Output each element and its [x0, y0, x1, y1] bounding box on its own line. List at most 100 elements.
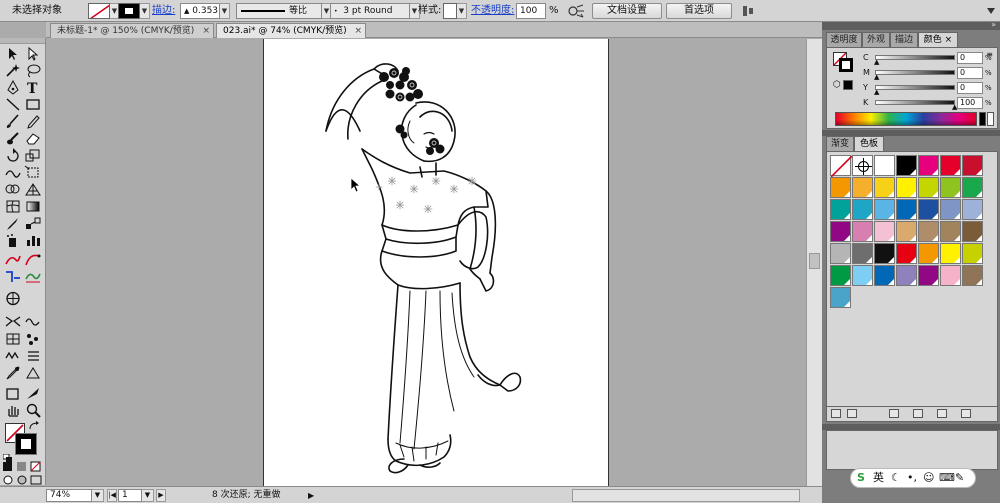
delete-swatch-icon[interactable]	[961, 409, 971, 418]
brush-definition[interactable]: • 3 pt Round	[330, 3, 410, 19]
direct-selection-tool-icon[interactable]	[24, 46, 42, 61]
swatch-libraries-icon[interactable]	[831, 409, 841, 418]
color-mode-icon[interactable]	[2, 461, 14, 472]
blend-tool-icon[interactable]	[24, 216, 42, 231]
color-swatch[interactable]	[874, 199, 895, 220]
color-swatch[interactable]	[940, 199, 961, 220]
swap-fill-stroke-icon[interactable]	[28, 421, 40, 431]
c-slider[interactable]	[875, 55, 955, 60]
color-swatch[interactable]	[896, 177, 917, 198]
out-of-gamut-icon[interactable]: ⬡	[833, 80, 841, 90]
keyboard-icon[interactable]: ⌨	[939, 471, 955, 485]
white-swatch[interactable]	[987, 112, 994, 126]
blob-brush-tool-icon[interactable]	[4, 131, 22, 146]
color-swatch[interactable]	[852, 243, 873, 264]
color-swatch[interactable]	[874, 155, 895, 176]
y-slider[interactable]	[875, 85, 955, 90]
color-swatch[interactable]	[918, 155, 939, 176]
draw-behind-icon[interactable]	[16, 474, 28, 485]
next-artboard-button[interactable]: ▶	[156, 489, 166, 502]
color-swatch[interactable]	[918, 221, 939, 242]
color-swatch[interactable]	[874, 243, 895, 264]
color-swatch[interactable]	[830, 199, 851, 220]
knife-tool-icon[interactable]	[24, 386, 42, 401]
tab-transparency[interactable]: 透明度	[826, 32, 862, 47]
close-icon[interactable]: ×	[354, 24, 362, 38]
vertical-scroll-thumb[interactable]	[809, 253, 820, 269]
black-swatch[interactable]	[979, 112, 986, 126]
color-swatch[interactable]	[962, 221, 983, 242]
collapse-icon[interactable]: »	[991, 20, 996, 29]
align-icon[interactable]	[742, 3, 754, 19]
selection-tool-icon[interactable]	[4, 46, 22, 61]
slider-knob-icon[interactable]: ▲	[874, 74, 879, 81]
horizontal-scrollbar[interactable]	[572, 489, 800, 502]
color-swatch[interactable]	[918, 177, 939, 198]
new-color-group-icon[interactable]	[913, 409, 923, 418]
live-paint-selection-tool-icon[interactable]	[24, 269, 42, 284]
free-transform-tool-icon[interactable]	[24, 165, 42, 180]
tab-appearance[interactable]: 外观	[862, 32, 890, 47]
tab-swatches[interactable]: 色板	[854, 136, 884, 151]
slider-knob-icon[interactable]: ▲	[874, 89, 879, 96]
color-swatch[interactable]	[896, 221, 917, 242]
color-swatch[interactable]	[962, 265, 983, 286]
vertical-scrollbar[interactable]	[806, 39, 822, 486]
slice-tool-icon[interactable]	[4, 314, 22, 329]
artboard-select-tool-icon[interactable]	[4, 386, 22, 401]
graphic-style-dropdown[interactable]: ▼	[457, 3, 467, 19]
none-mode-icon[interactable]	[30, 461, 42, 472]
tab-stroke[interactable]: 描边	[890, 32, 918, 47]
eraser-tool-icon[interactable]	[24, 131, 42, 146]
scatter-tool-icon[interactable]	[24, 331, 42, 346]
punctuation-icon[interactable]: •,	[907, 471, 917, 485]
artboard-dropdown[interactable]: ▼	[142, 489, 154, 502]
magic-wand-tool-icon[interactable]	[4, 63, 22, 78]
color-swatch[interactable]	[852, 221, 873, 242]
color-swatch[interactable]	[918, 265, 939, 286]
settings-wrench-icon[interactable]: ✎	[955, 471, 964, 485]
panel-grip[interactable]: »	[822, 20, 1000, 30]
preferences-button[interactable]: 首选项	[666, 3, 732, 19]
type-tool-icon[interactable]: T	[24, 80, 42, 95]
color-swatch[interactable]	[896, 155, 917, 176]
close-icon[interactable]: ×	[945, 35, 953, 45]
color-swatch[interactable]	[918, 243, 939, 264]
emoji-icon[interactable]: ☺	[923, 471, 934, 485]
color-swatch[interactable]	[830, 243, 851, 264]
ime-toolbar[interactable]: S 英 ☾ •, ☺ ⌨ ✎	[850, 468, 976, 488]
zigzag-tool-icon[interactable]	[4, 348, 22, 363]
pen-tool-icon[interactable]	[4, 80, 22, 95]
color-swatch[interactable]	[896, 199, 917, 220]
color-spectrum-bar[interactable]	[835, 112, 977, 126]
tab-023-ai[interactable]: 023.ai* @ 74% (CMYK/预览) ×	[216, 23, 366, 38]
ime-language-toggle[interactable]: 英	[873, 471, 884, 485]
color-swatch[interactable]	[874, 177, 895, 198]
show-kinds-icon[interactable]	[847, 409, 857, 418]
pattern-tool-icon[interactable]	[4, 331, 22, 346]
warp-tool-icon[interactable]	[4, 165, 22, 180]
gradient-mode-icon[interactable]	[16, 461, 28, 472]
artboard-tool-icon[interactable]	[4, 291, 22, 306]
zoom-field[interactable]: 74%	[46, 489, 92, 502]
canvas-area[interactable]	[46, 39, 822, 486]
swatch-options-icon[interactable]	[889, 409, 899, 418]
fill-swatch[interactable]	[88, 3, 110, 19]
stroke-weight-field[interactable]: ▲ 0.353	[180, 3, 220, 19]
perspective-grid-tool-icon[interactable]	[24, 182, 42, 197]
stroke-box[interactable]	[15, 433, 37, 455]
panel-grip[interactable]	[0, 38, 45, 44]
c-value-field[interactable]: 0	[957, 52, 983, 64]
color-swatch[interactable]	[852, 265, 873, 286]
curvature-tool-icon[interactable]	[24, 252, 42, 267]
color-swatch[interactable]	[940, 177, 961, 198]
graphic-style-swatch[interactable]	[443, 3, 457, 19]
color-swatch[interactable]	[918, 199, 939, 220]
rectangle-tool-icon[interactable]	[24, 97, 42, 112]
none-swatch[interactable]	[830, 155, 853, 178]
tab-color[interactable]: 颜色 ×	[918, 32, 958, 47]
color-swatch[interactable]	[940, 221, 961, 242]
lasso-tool-icon[interactable]	[24, 63, 42, 78]
opacity-field[interactable]: 100	[516, 3, 546, 19]
rotate-tool-icon[interactable]	[4, 148, 22, 163]
